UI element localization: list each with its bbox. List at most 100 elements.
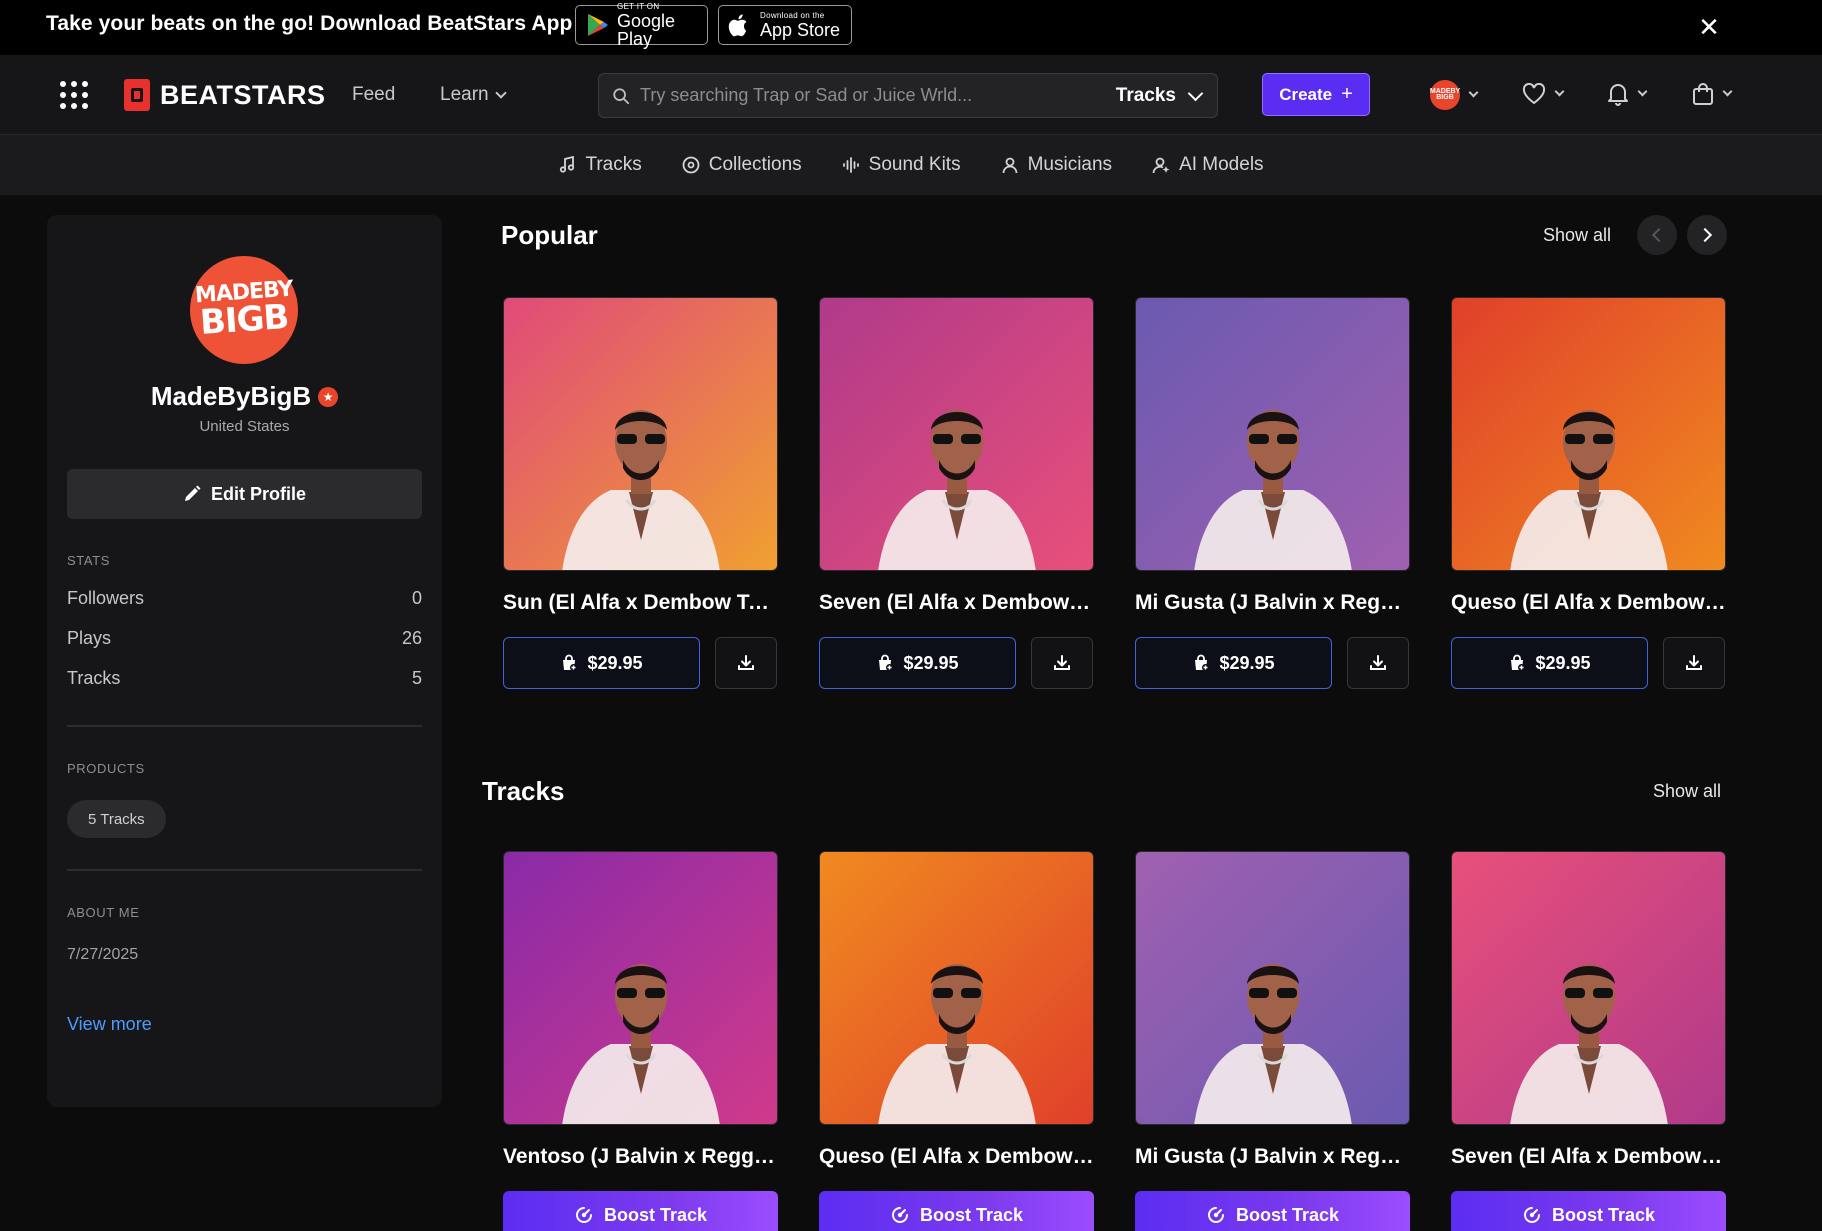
boost-track-button[interactable]: Boost Track (1451, 1191, 1726, 1231)
price-label: $29.95 (903, 652, 959, 673)
google-play-small: GET IT ON (617, 1, 660, 11)
favorites-menu[interactable] (1522, 83, 1565, 105)
about-date: 7/27/2025 (67, 946, 139, 963)
boost-icon (575, 1207, 592, 1223)
search-type-dropdown[interactable]: Tracks (1116, 85, 1204, 107)
apple-icon (728, 14, 747, 37)
track-title[interactable]: Queso (El Alfa x Dembow Type Beat) (1451, 591, 1726, 615)
boost-track-button[interactable]: Boost Track (819, 1191, 1094, 1231)
download-button[interactable] (715, 637, 777, 689)
create-button[interactable]: Create + (1262, 73, 1370, 116)
brand-logo[interactable]: BEATSTARS (124, 79, 326, 111)
chevron-down-icon (494, 86, 507, 99)
stat-value: 5 (411, 668, 422, 688)
buy-button[interactable]: $29.95 (503, 637, 700, 689)
buy-button[interactable]: $29.95 (1135, 637, 1332, 689)
apps-grid-icon[interactable] (60, 81, 88, 109)
track-title[interactable]: Sun (El Alfa x Dembow Type Beat) (503, 591, 778, 615)
download-button[interactable] (1663, 637, 1725, 689)
google-play-icon (588, 14, 608, 36)
cart-plus-icon (879, 654, 894, 671)
download-button[interactable] (1347, 637, 1409, 689)
track-title[interactable]: Mi Gusta (J Balvin x Reggaeton Type Beat… (1135, 1145, 1410, 1169)
download-icon (1370, 655, 1386, 670)
category-sound-kits[interactable]: Sound Kits (842, 154, 961, 176)
category-musicians[interactable]: Musicians (1001, 154, 1112, 176)
track-card[interactable]: Ventoso (J Balvin x Reggaeton Type Beat)… (503, 851, 778, 1231)
track-title[interactable]: Queso (El Alfa x Dembow Type Beat) (819, 1145, 1094, 1169)
profile-name-row: MadeByBigB ★ (47, 381, 442, 412)
products-tracks-chip[interactable]: 5 Tracks (67, 800, 166, 838)
profile-sidebar: MADEBY BIGB MadeByBigB ★ United States E… (47, 215, 442, 1107)
artist-photo (1509, 410, 1668, 570)
music-note-icon (560, 156, 575, 173)
stat-value: 0 (411, 588, 422, 608)
track-cover[interactable] (503, 297, 778, 571)
track-cover[interactable] (819, 297, 1094, 571)
edit-profile-button[interactable]: Edit Profile (67, 469, 422, 519)
boost-label: Boost Track (1551, 1204, 1656, 1225)
heart-icon (1522, 83, 1546, 105)
popular-show-all[interactable]: Show all (1543, 225, 1611, 246)
promo-banner: Take your beats on the go! Download Beat… (0, 0, 1822, 55)
cart-menu[interactable] (1692, 82, 1733, 106)
track-cover[interactable] (503, 851, 778, 1125)
chevron-left-icon (1651, 227, 1667, 243)
chevron-down-icon (1554, 86, 1565, 97)
boost-icon (1207, 1207, 1224, 1223)
download-button[interactable] (1031, 637, 1093, 689)
download-icon (1054, 655, 1070, 670)
track-title[interactable]: Seven (El Alfa x Dembow Type Beat) (1451, 1145, 1726, 1169)
popular-track-card[interactable]: Sun (El Alfa x Dembow Type Beat) $29.95 (503, 297, 778, 689)
download-icon (1686, 655, 1702, 670)
carousel-prev-button[interactable] (1637, 215, 1677, 255)
artist-photo (877, 964, 1036, 1124)
google-play-button[interactable]: GET IT ON Google Play (575, 1, 708, 48)
stat-followers: Followers 0 (67, 588, 422, 609)
popular-track-card[interactable]: Seven (El Alfa x Dembow Type Beat) $29.95 (819, 297, 1094, 689)
category-tracks[interactable]: Tracks (558, 154, 642, 176)
app-store-button[interactable]: Download on the App Store (718, 5, 852, 45)
buy-button[interactable]: $29.95 (1451, 637, 1648, 689)
category-ai-models[interactable]: AI Models (1152, 154, 1264, 176)
nav-learn[interactable]: Learn (440, 84, 507, 106)
price-label: $29.95 (587, 652, 643, 673)
avatar-text-line2: BIGB (198, 297, 290, 344)
divider (67, 869, 422, 871)
track-cover[interactable] (1135, 851, 1410, 1125)
stat-label: Tracks (67, 668, 121, 688)
track-card[interactable]: Mi Gusta (J Balvin x Reggaeton Type Beat… (1135, 851, 1410, 1231)
artist-photo (561, 964, 720, 1124)
view-more-link[interactable]: View more (67, 1014, 152, 1035)
profile-name: MadeByBigB (150, 381, 312, 411)
nav-feed[interactable]: Feed (352, 84, 395, 106)
track-card[interactable]: Seven (El Alfa x Dembow Type Beat) Boost … (1451, 851, 1726, 1231)
category-collections[interactable]: Collections (682, 154, 802, 176)
download-icon (738, 655, 754, 670)
track-cover[interactable] (1451, 297, 1726, 571)
account-menu[interactable]: MADEBY BIGB (1430, 80, 1479, 110)
popular-track-card[interactable]: Queso (El Alfa x Dembow Type Beat) $29.95 (1451, 297, 1726, 689)
boost-track-button[interactable]: Boost Track (503, 1191, 778, 1231)
track-title[interactable]: Seven (El Alfa x Dembow Type Beat) (819, 591, 1094, 615)
notifications-menu[interactable] (1607, 82, 1648, 106)
tracks-show-all[interactable]: Show all (1653, 781, 1721, 802)
track-title[interactable]: Ventoso (J Balvin x Reggaeton Type Beat) (503, 1145, 778, 1169)
search-input[interactable] (640, 85, 1060, 106)
close-icon[interactable]: ✕ (1694, 12, 1724, 42)
category-label: Musicians (1027, 154, 1113, 175)
track-cover[interactable] (819, 851, 1094, 1125)
buy-button[interactable]: $29.95 (819, 637, 1016, 689)
popular-track-card[interactable]: Mi Gusta (J Balvin x Reggaeton Type Beat… (1135, 297, 1410, 689)
track-card[interactable]: Queso (El Alfa x Dembow Type Beat) Boost … (819, 851, 1094, 1231)
boost-label: Boost Track (919, 1204, 1024, 1225)
boost-track-button[interactable]: Boost Track (1135, 1191, 1410, 1231)
search-bar: Tracks (598, 73, 1218, 118)
track-title[interactable]: Mi Gusta (J Balvin x Reggaeton Type Beat… (1135, 591, 1410, 615)
edit-profile-label: Edit Profile (210, 483, 306, 504)
artist-photo (877, 410, 1036, 570)
track-cover[interactable] (1135, 297, 1410, 571)
carousel-next-button[interactable] (1687, 215, 1727, 255)
track-cover[interactable] (1451, 851, 1726, 1125)
artist-photo (1193, 410, 1352, 570)
